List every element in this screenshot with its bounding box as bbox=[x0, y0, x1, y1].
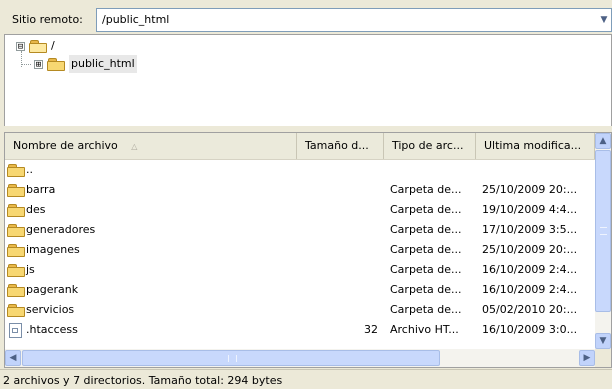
file-modified: 16/10/2009 3:0... bbox=[482, 323, 578, 336]
tree-node-public-html[interactable]: ⊞ public_html bbox=[34, 55, 137, 73]
folder-icon bbox=[7, 243, 25, 257]
file-name: js bbox=[26, 263, 35, 276]
folder-icon bbox=[47, 57, 65, 71]
file-type: Carpeta de... bbox=[390, 203, 462, 216]
remote-path-value[interactable]: /public_html bbox=[102, 9, 169, 31]
file-modified bbox=[476, 160, 595, 180]
file-size bbox=[297, 160, 384, 180]
vertical-scrollbar[interactable]: ▲ ▼ bbox=[595, 133, 611, 349]
file-type: Carpeta de... bbox=[390, 243, 462, 256]
column-header-size[interactable]: Tamaño d... bbox=[297, 133, 384, 159]
file-modified: 25/10/2009 20:... bbox=[482, 183, 578, 196]
file-type: Carpeta de... bbox=[390, 303, 462, 316]
file-size bbox=[297, 240, 384, 260]
scroll-down-icon[interactable]: ▼ bbox=[595, 333, 611, 349]
file-name: .. bbox=[26, 163, 33, 176]
status-text: 2 archivos y 7 directorios. Tamaño total… bbox=[3, 374, 283, 387]
scroll-right-icon[interactable]: ▶ bbox=[579, 350, 595, 366]
table-row[interactable]: .. bbox=[5, 160, 595, 180]
remote-file-list[interactable]: Nombre de archivo △ Tamaño d... Tipo de … bbox=[4, 132, 612, 368]
file-name: generadores bbox=[26, 223, 96, 236]
tree-connector bbox=[21, 64, 31, 65]
file-size bbox=[297, 220, 384, 240]
remote-site-label: Sitio remoto: bbox=[12, 13, 83, 26]
tree-node-root[interactable]: ⊟ / bbox=[16, 37, 55, 55]
file-modified: 25/10/2009 20:... bbox=[482, 243, 578, 256]
file-modified: 05/02/2010 20:... bbox=[482, 303, 578, 316]
vertical-scroll-thumb[interactable] bbox=[595, 150, 611, 312]
table-row[interactable]: des Carpeta de... 19/10/2009 4:4... bbox=[5, 200, 595, 220]
remote-path-combobox[interactable]: /public_html ▼ bbox=[96, 8, 612, 32]
file-type: Carpeta de... bbox=[390, 183, 462, 196]
file-name: pagerank bbox=[26, 283, 79, 296]
sort-ascending-icon: △ bbox=[131, 142, 138, 151]
remote-site-bar: Sitio remoto: /public_html ▼ bbox=[0, 0, 612, 36]
file-list-header: Nombre de archivo △ Tamaño d... Tipo de … bbox=[5, 133, 595, 160]
table-row[interactable]: servicios Carpeta de... 05/02/2010 20:..… bbox=[5, 300, 595, 320]
file-name: barra bbox=[26, 183, 56, 196]
remote-directory-tree[interactable]: ⊟ / ⊞ public_html bbox=[4, 34, 612, 126]
folder-open-icon bbox=[29, 39, 47, 53]
file-type: Carpeta de... bbox=[390, 223, 462, 236]
expand-icon[interactable]: ⊞ bbox=[34, 59, 43, 69]
folder-icon bbox=[7, 203, 25, 217]
table-row[interactable]: barra Carpeta de... 25/10/2009 20:... bbox=[5, 180, 595, 200]
file-name: .htaccess bbox=[26, 323, 78, 336]
scrollbar-corner bbox=[595, 349, 611, 367]
file-modified: 17/10/2009 3:5... bbox=[482, 223, 578, 236]
collapse-icon[interactable]: ⊟ bbox=[16, 41, 25, 51]
folder-icon bbox=[7, 283, 25, 297]
folder-icon bbox=[7, 183, 25, 197]
file-name: des bbox=[26, 203, 46, 216]
file-name: servicios bbox=[26, 303, 75, 316]
column-header-label: Nombre de archivo bbox=[13, 139, 118, 152]
horizontal-scrollbar[interactable]: ◀ ▶ bbox=[5, 349, 595, 367]
file-type: Carpeta de... bbox=[390, 283, 462, 296]
status-bar: 2 archivos y 7 directorios. Tamaño total… bbox=[0, 369, 612, 389]
file-type: Carpeta de... bbox=[390, 263, 462, 276]
file-size bbox=[297, 280, 384, 300]
scroll-left-icon[interactable]: ◀ bbox=[5, 350, 21, 366]
folder-icon bbox=[7, 163, 25, 177]
file-name: imagenes bbox=[26, 243, 80, 256]
file-type: Archivo HT... bbox=[390, 323, 459, 336]
chevron-down-icon[interactable]: ▼ bbox=[597, 9, 611, 31]
column-header-type[interactable]: Tipo de arc... bbox=[384, 133, 476, 159]
column-header-modified[interactable]: Ultima modifica... bbox=[476, 133, 595, 159]
horizontal-scroll-thumb[interactable] bbox=[22, 350, 440, 366]
folder-icon bbox=[7, 303, 25, 317]
tree-node-label[interactable]: public_html bbox=[69, 55, 137, 73]
file-type bbox=[384, 160, 476, 180]
column-header-name[interactable]: Nombre de archivo △ bbox=[5, 133, 297, 159]
file-size bbox=[297, 180, 384, 200]
table-row[interactable]: pagerank Carpeta de... 16/10/2009 2:4... bbox=[5, 280, 595, 300]
tree-node-label[interactable]: / bbox=[51, 37, 55, 55]
table-row[interactable]: .htaccess 32 Archivo HT... 16/10/2009 3:… bbox=[5, 320, 595, 340]
table-row[interactable]: generadores Carpeta de... 17/10/2009 3:5… bbox=[5, 220, 595, 240]
file-modified: 19/10/2009 4:4... bbox=[482, 203, 578, 216]
folder-icon bbox=[7, 263, 25, 277]
file-size bbox=[297, 260, 384, 280]
file-icon bbox=[9, 322, 22, 338]
table-row[interactable]: imagenes Carpeta de... 25/10/2009 20:... bbox=[5, 240, 595, 260]
file-modified: 16/10/2009 2:4... bbox=[482, 263, 578, 276]
scroll-up-icon[interactable]: ▲ bbox=[595, 133, 611, 149]
folder-icon bbox=[7, 223, 25, 237]
file-size bbox=[297, 200, 384, 220]
file-size bbox=[297, 300, 384, 320]
table-row[interactable]: js Carpeta de... 16/10/2009 2:4... bbox=[5, 260, 595, 280]
file-size: 32 bbox=[364, 323, 378, 336]
file-modified: 16/10/2009 2:4... bbox=[482, 283, 578, 296]
